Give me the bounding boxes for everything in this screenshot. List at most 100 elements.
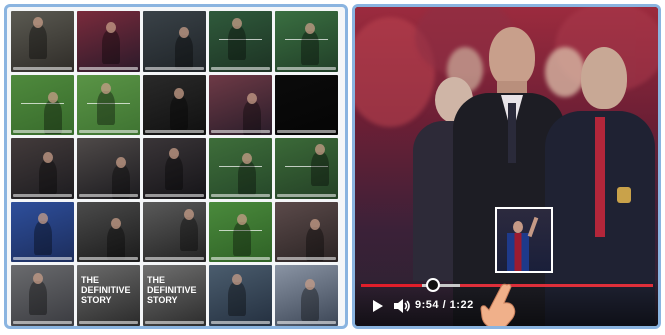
- thumbnail-caption: [79, 257, 138, 260]
- thumbnail-red-players-pitch[interactable]: [209, 138, 272, 199]
- thumbnail-player-celebrating[interactable]: [77, 11, 140, 72]
- thumbnail-caption: [145, 257, 204, 260]
- thumbnail-figure: [44, 99, 62, 134]
- thumbnail-red-players-field[interactable]: [275, 138, 338, 199]
- thumbnail-caption: [211, 257, 270, 260]
- thumbnail-caption: [13, 320, 72, 324]
- thumbnail-player-jersey[interactable]: [209, 265, 272, 326]
- thumbnail-pitch-top-view[interactable]: [11, 74, 74, 135]
- thumbnail-caption: [13, 66, 72, 70]
- thumbnail-caption: [277, 130, 336, 133]
- thumbnail-head: [116, 157, 126, 168]
- thumbnail-definitive-story-2[interactable]: THE DEFINITIVE STORY: [143, 265, 206, 326]
- thumbnail-figure: [238, 161, 256, 195]
- thumbnail-caption: [79, 320, 138, 324]
- thumbnail-figure: [311, 152, 329, 186]
- thumbnail-bald-man-interview[interactable]: [77, 201, 140, 262]
- thumbnail-head: [33, 273, 43, 284]
- volume-icon[interactable]: [393, 299, 411, 313]
- thumbnail-caption: [277, 66, 336, 70]
- thumbnail-caption: [277, 193, 336, 197]
- thumbnail-grid: THE DEFINITIVE STORY THE DEFINITIVE STORY: [11, 11, 338, 326]
- thumbnail-head: [169, 148, 179, 159]
- thumbnail-head: [101, 82, 111, 94]
- thumbnail-figure: [102, 30, 120, 64]
- thumbnail-black-frame[interactable]: [275, 74, 338, 135]
- definitive-story-text: THE DEFINITIVE STORY: [147, 275, 197, 305]
- thumbnail-coach-standing[interactable]: [143, 138, 206, 199]
- thumbnail-caption: [277, 320, 336, 324]
- thumbnail-head: [315, 144, 325, 155]
- thumbnail-head: [232, 18, 242, 29]
- thumbnail-caption: [79, 66, 138, 70]
- progress-knob[interactable]: [426, 278, 441, 292]
- thumbnail-stadium-lights[interactable]: [275, 265, 338, 326]
- thumbnail-pitch-goal[interactable]: [77, 74, 140, 135]
- thumbnail-grid-panel: THE DEFINITIVE STORY THE DEFINITIVE STORY: [4, 4, 348, 329]
- thumbnail-player-blue-ball[interactable]: [11, 201, 74, 262]
- thumbnail-figure: [180, 216, 198, 251]
- video-frame[interactable]: 9:54 / 1:22: [355, 7, 658, 326]
- thumbnail-head: [237, 213, 247, 225]
- thumbnail-dark-crowd[interactable]: [143, 74, 206, 135]
- thumbnail-figure: [228, 282, 246, 316]
- thumbnail-figure: [306, 226, 324, 261]
- thumbnail-head: [232, 274, 242, 285]
- thumbnail-coaches-bench[interactable]: [11, 138, 74, 199]
- thumbnail-caption: [211, 130, 270, 133]
- thumbnail-figure: [39, 160, 57, 194]
- thumbnail-caption: [13, 193, 72, 197]
- thumbnail-figure: [97, 90, 115, 125]
- hand-pointer-icon: [480, 283, 516, 326]
- thumbnail-definitive-story-1[interactable]: THE DEFINITIVE STORY: [77, 265, 140, 326]
- thumbnail-figure: [107, 225, 125, 260]
- thumbnail-figure: [175, 35, 193, 69]
- thumbnail-pitch-blue-players[interactable]: [209, 201, 272, 262]
- thumbnail-figure: [228, 26, 246, 60]
- thumbnail-head: [305, 23, 315, 34]
- play-icon[interactable]: [373, 300, 383, 312]
- thumbnail-man-in-jacket-interview[interactable]: [11, 11, 74, 72]
- thumbnail-head: [174, 87, 184, 99]
- definitive-story-text: THE DEFINITIVE STORY: [81, 275, 131, 305]
- thumbnail-crowd-coach[interactable]: [275, 201, 338, 262]
- progress-played: [361, 284, 423, 287]
- thumbnail-figure: [170, 95, 188, 130]
- thumbnail-head: [247, 92, 257, 104]
- thumbnail-head: [43, 152, 53, 163]
- thumbnail-head: [38, 212, 48, 224]
- preview-thumbnail[interactable]: [495, 207, 553, 273]
- thumbnail-figure: [233, 221, 251, 256]
- thumbnail-stadium-dark[interactable]: [143, 11, 206, 72]
- thumbnail-match-action[interactable]: [209, 11, 272, 72]
- video-player-panel: 9:54 / 1:22: [352, 4, 661, 329]
- thumbnail-figure: [29, 25, 47, 59]
- thumbnail-figure: [165, 156, 183, 190]
- thumbnail-figure: [34, 220, 52, 255]
- thumbnail-figure: [29, 281, 47, 315]
- thumbnail-head: [33, 17, 43, 28]
- thumbnail-caption: [79, 130, 138, 133]
- thumbnail-head: [242, 153, 252, 164]
- thumbnail-figure: [301, 31, 319, 65]
- thumbnail-caption: [211, 193, 270, 197]
- time-display: 9:54 / 1:22: [415, 299, 474, 311]
- thumbnail-caption: [13, 257, 72, 260]
- thumbnail-caption: [277, 257, 336, 260]
- thumbnail-caption: [145, 130, 204, 133]
- thumbnail-head: [48, 91, 58, 103]
- thumbnail-bald-man-bw[interactable]: [143, 201, 206, 262]
- thumbnail-caption: [145, 66, 204, 70]
- thumbnail-head: [111, 217, 121, 229]
- thumbnail-caption: [79, 193, 138, 197]
- thumbnail-head: [310, 218, 320, 230]
- thumbnail-man-speaking[interactable]: [11, 265, 74, 326]
- thumbnail-head: [305, 279, 315, 290]
- thumbnail-head: [184, 208, 194, 220]
- thumbnail-coach-black-suit[interactable]: [77, 138, 140, 199]
- thumbnail-caption: [13, 130, 72, 133]
- thumbnail-player-portrait[interactable]: [209, 74, 272, 135]
- thumbnail-players-running[interactable]: [275, 11, 338, 72]
- thumbnail-head: [106, 22, 116, 33]
- thumbnail-caption: [211, 320, 270, 324]
